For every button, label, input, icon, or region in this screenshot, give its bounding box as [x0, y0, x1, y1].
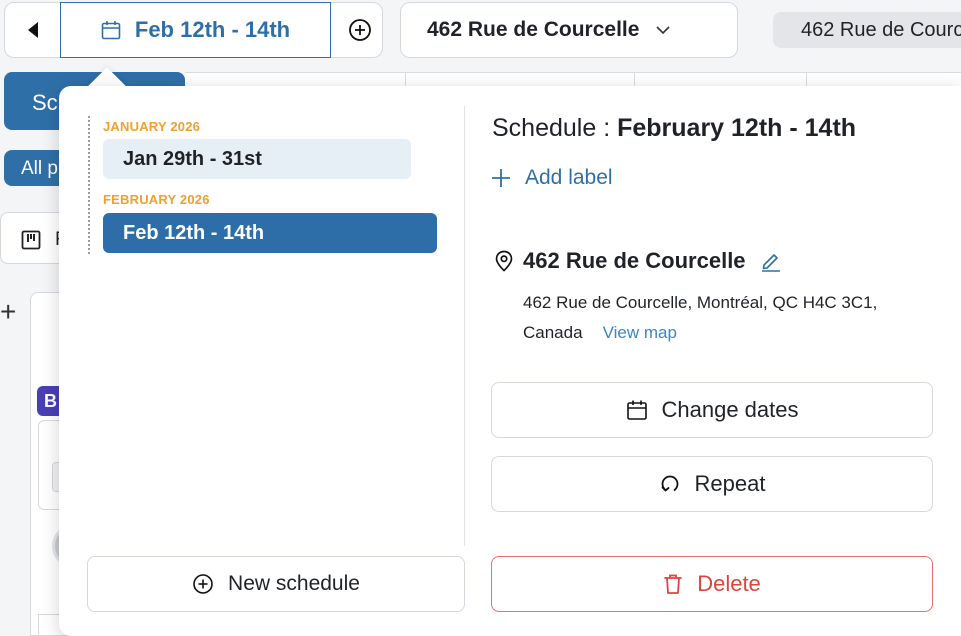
plus-circle-icon [349, 19, 371, 41]
schedule-detail-panel: Schedule : February 12th - 14th Add labe… [491, 86, 933, 636]
date-range-button[interactable]: Feb 12th - 14th [60, 2, 331, 58]
chevron-down-icon [656, 26, 670, 35]
repeat-label: Repeat [694, 471, 766, 496]
top-toolbar: Feb 12th - 14th 462 Rue de Courcelle 462… [0, 0, 961, 72]
timeline-line [88, 116, 90, 254]
repeat-icon [661, 475, 678, 492]
schedule-tab-label: Sc [32, 90, 58, 115]
edit-location-button[interactable] [760, 250, 782, 272]
plus-circle-icon [193, 574, 213, 594]
month-label-february: FEBRUARY 2026 [103, 192, 210, 207]
schedule-item-jan[interactable]: Jan 29th - 31st [103, 139, 411, 179]
schedule-item-label: Feb 12th - 14th [123, 222, 265, 244]
location-dropdown[interactable]: 462 Rue de Courcelle [400, 2, 738, 58]
location-address-text: 462 Rue de Courcelle, Montréal, QC H4C 3… [523, 293, 878, 342]
new-schedule-button[interactable]: New schedule [87, 556, 465, 612]
add-column-icon[interactable]: + [0, 298, 16, 326]
plus-icon [492, 169, 510, 187]
date-range-label: Feb 12th - 14th [134, 17, 291, 42]
location-dropdown-label: 462 Rue de Courcelle [427, 18, 640, 41]
map-pin-icon [495, 250, 513, 272]
schedule-popover: JANUARY 2026 Jan 29th - 31st FEBRUARY 20… [59, 86, 961, 636]
add-schedule-button[interactable] [338, 3, 382, 57]
delete-label: Delete [697, 571, 761, 596]
schedule-item-feb[interactable]: Feb 12th - 14th [103, 213, 437, 253]
schedule-title-prefix: Schedule : [492, 114, 618, 142]
pencil-icon [761, 254, 780, 272]
all-filter-label: All p [21, 158, 58, 179]
repeat-button[interactable]: Repeat [491, 456, 933, 512]
schedule-item-label: Jan 29th - 31st [123, 148, 262, 170]
schedule-title: Schedule : February 12th - 14th [492, 114, 856, 143]
view-map-link[interactable]: View map [603, 323, 677, 342]
previous-schedule-button[interactable] [5, 3, 61, 57]
location-chip-label: 462 Rue de Courcelle [801, 18, 961, 41]
location-chip[interactable]: 462 Rue de Courcelle [773, 12, 961, 48]
change-dates-button[interactable]: Change dates [491, 382, 933, 438]
add-label-text: Add label [525, 166, 613, 189]
calendar-icon [101, 21, 121, 40]
popover-divider [464, 106, 465, 546]
delete-button[interactable]: Delete [491, 556, 933, 612]
location-heading: 462 Rue de Courcelle [495, 248, 782, 274]
chevron-left-icon [28, 22, 38, 38]
group-badge-label: B [44, 391, 57, 411]
calendar-icon [626, 400, 647, 420]
board-icon [21, 230, 41, 250]
new-schedule-label: New schedule [228, 572, 360, 595]
location-address: 462 Rue de Courcelle, Montréal, QC H4C 3… [523, 288, 918, 348]
change-dates-label: Change dates [661, 397, 799, 422]
trash-icon [664, 574, 683, 594]
schedule-title-dates: February 12th - 14th [617, 114, 857, 142]
month-label-january: JANUARY 2026 [103, 119, 201, 134]
add-label-button[interactable]: Add label [491, 166, 613, 190]
location-name: 462 Rue de Courcelle [523, 248, 746, 273]
date-range-group: Feb 12th - 14th [4, 2, 383, 58]
